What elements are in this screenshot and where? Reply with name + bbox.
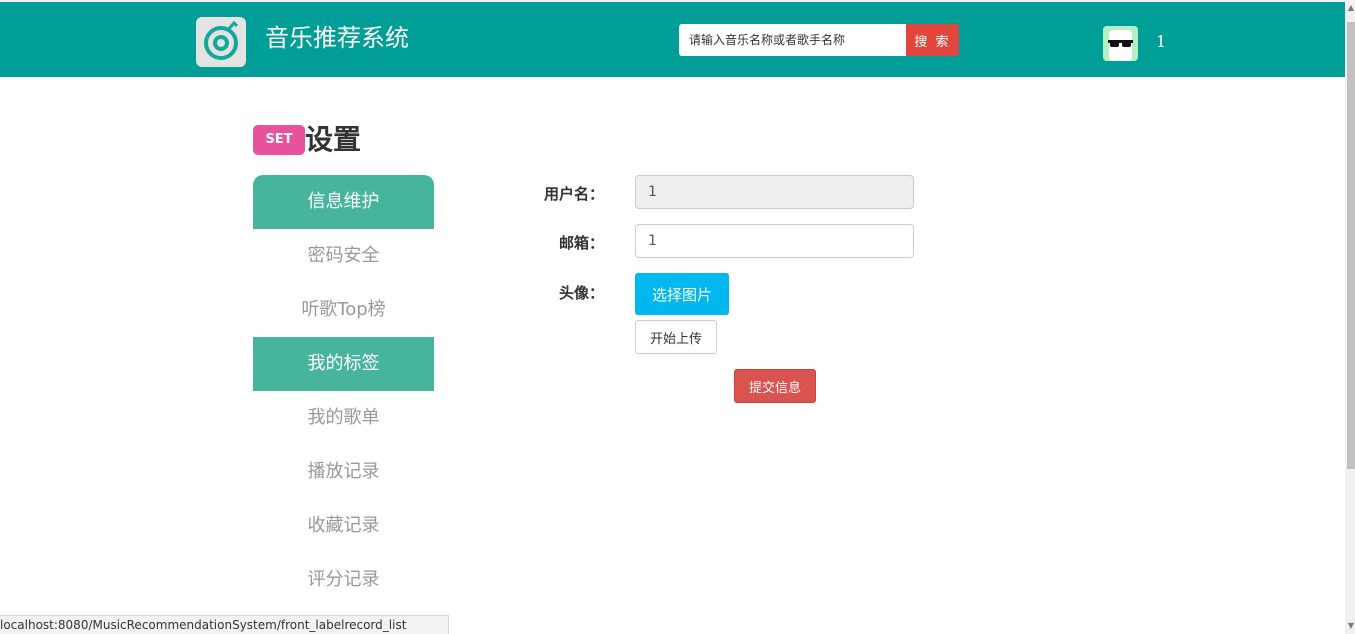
username-field[interactable] bbox=[635, 175, 914, 209]
email-field[interactable] bbox=[635, 224, 914, 258]
email-label: 邮箱： bbox=[558, 234, 604, 252]
sidebar-item-my-tags[interactable]: 我的标签 bbox=[253, 337, 434, 391]
scrollbar-thumb[interactable] bbox=[1347, 22, 1355, 469]
brand-title[interactable]: 音乐推荐系统 bbox=[265, 22, 409, 54]
scroll-up-arrow-icon[interactable]: ▲ bbox=[1347, 4, 1355, 12]
scroll-down-arrow-icon[interactable]: ▼ bbox=[1347, 622, 1355, 630]
sidebar-item-info[interactable]: 信息维护 bbox=[253, 175, 434, 229]
search-input[interactable] bbox=[679, 24, 906, 56]
sidebar-item-ratings[interactable]: 评分记录 bbox=[253, 553, 434, 607]
sidebar-item-top-songs[interactable]: 听歌Top榜 bbox=[253, 283, 434, 337]
sidebar-item-my-playlists[interactable]: 我的歌单 bbox=[253, 391, 434, 445]
sidebar-item-password[interactable]: 密码安全 bbox=[253, 229, 434, 283]
top-navbar: 音乐推荐系统 搜 索 1 bbox=[0, 2, 1345, 77]
avatar-label: 头像： bbox=[558, 284, 604, 302]
username-label[interactable]: 1 bbox=[1156, 32, 1166, 51]
sidebar-item-play-history[interactable]: 播放记录 bbox=[253, 445, 434, 499]
music-disc-icon[interactable] bbox=[196, 17, 246, 67]
browser-status-bar: localhost:8080/MusicRecommendationSystem… bbox=[0, 615, 449, 634]
settings-sidebar: 信息维护 密码安全 听歌Top榜 我的标签 我的歌单 播放记录 收藏记录 评分记… bbox=[253, 175, 434, 607]
pick-image-button[interactable]: 选择图片 bbox=[635, 273, 729, 315]
page-title: 设置 bbox=[305, 123, 362, 156]
username-label: 用户名： bbox=[543, 185, 604, 203]
sidebar-item-favorites[interactable]: 收藏记录 bbox=[253, 499, 434, 553]
sunglasses-avatar-icon[interactable] bbox=[1103, 26, 1138, 61]
submit-button[interactable]: 提交信息 bbox=[734, 369, 816, 403]
search-button[interactable]: 搜 索 bbox=[906, 24, 959, 56]
set-badge: SET bbox=[253, 125, 305, 155]
start-upload-button[interactable]: 开始上传 bbox=[635, 320, 717, 354]
